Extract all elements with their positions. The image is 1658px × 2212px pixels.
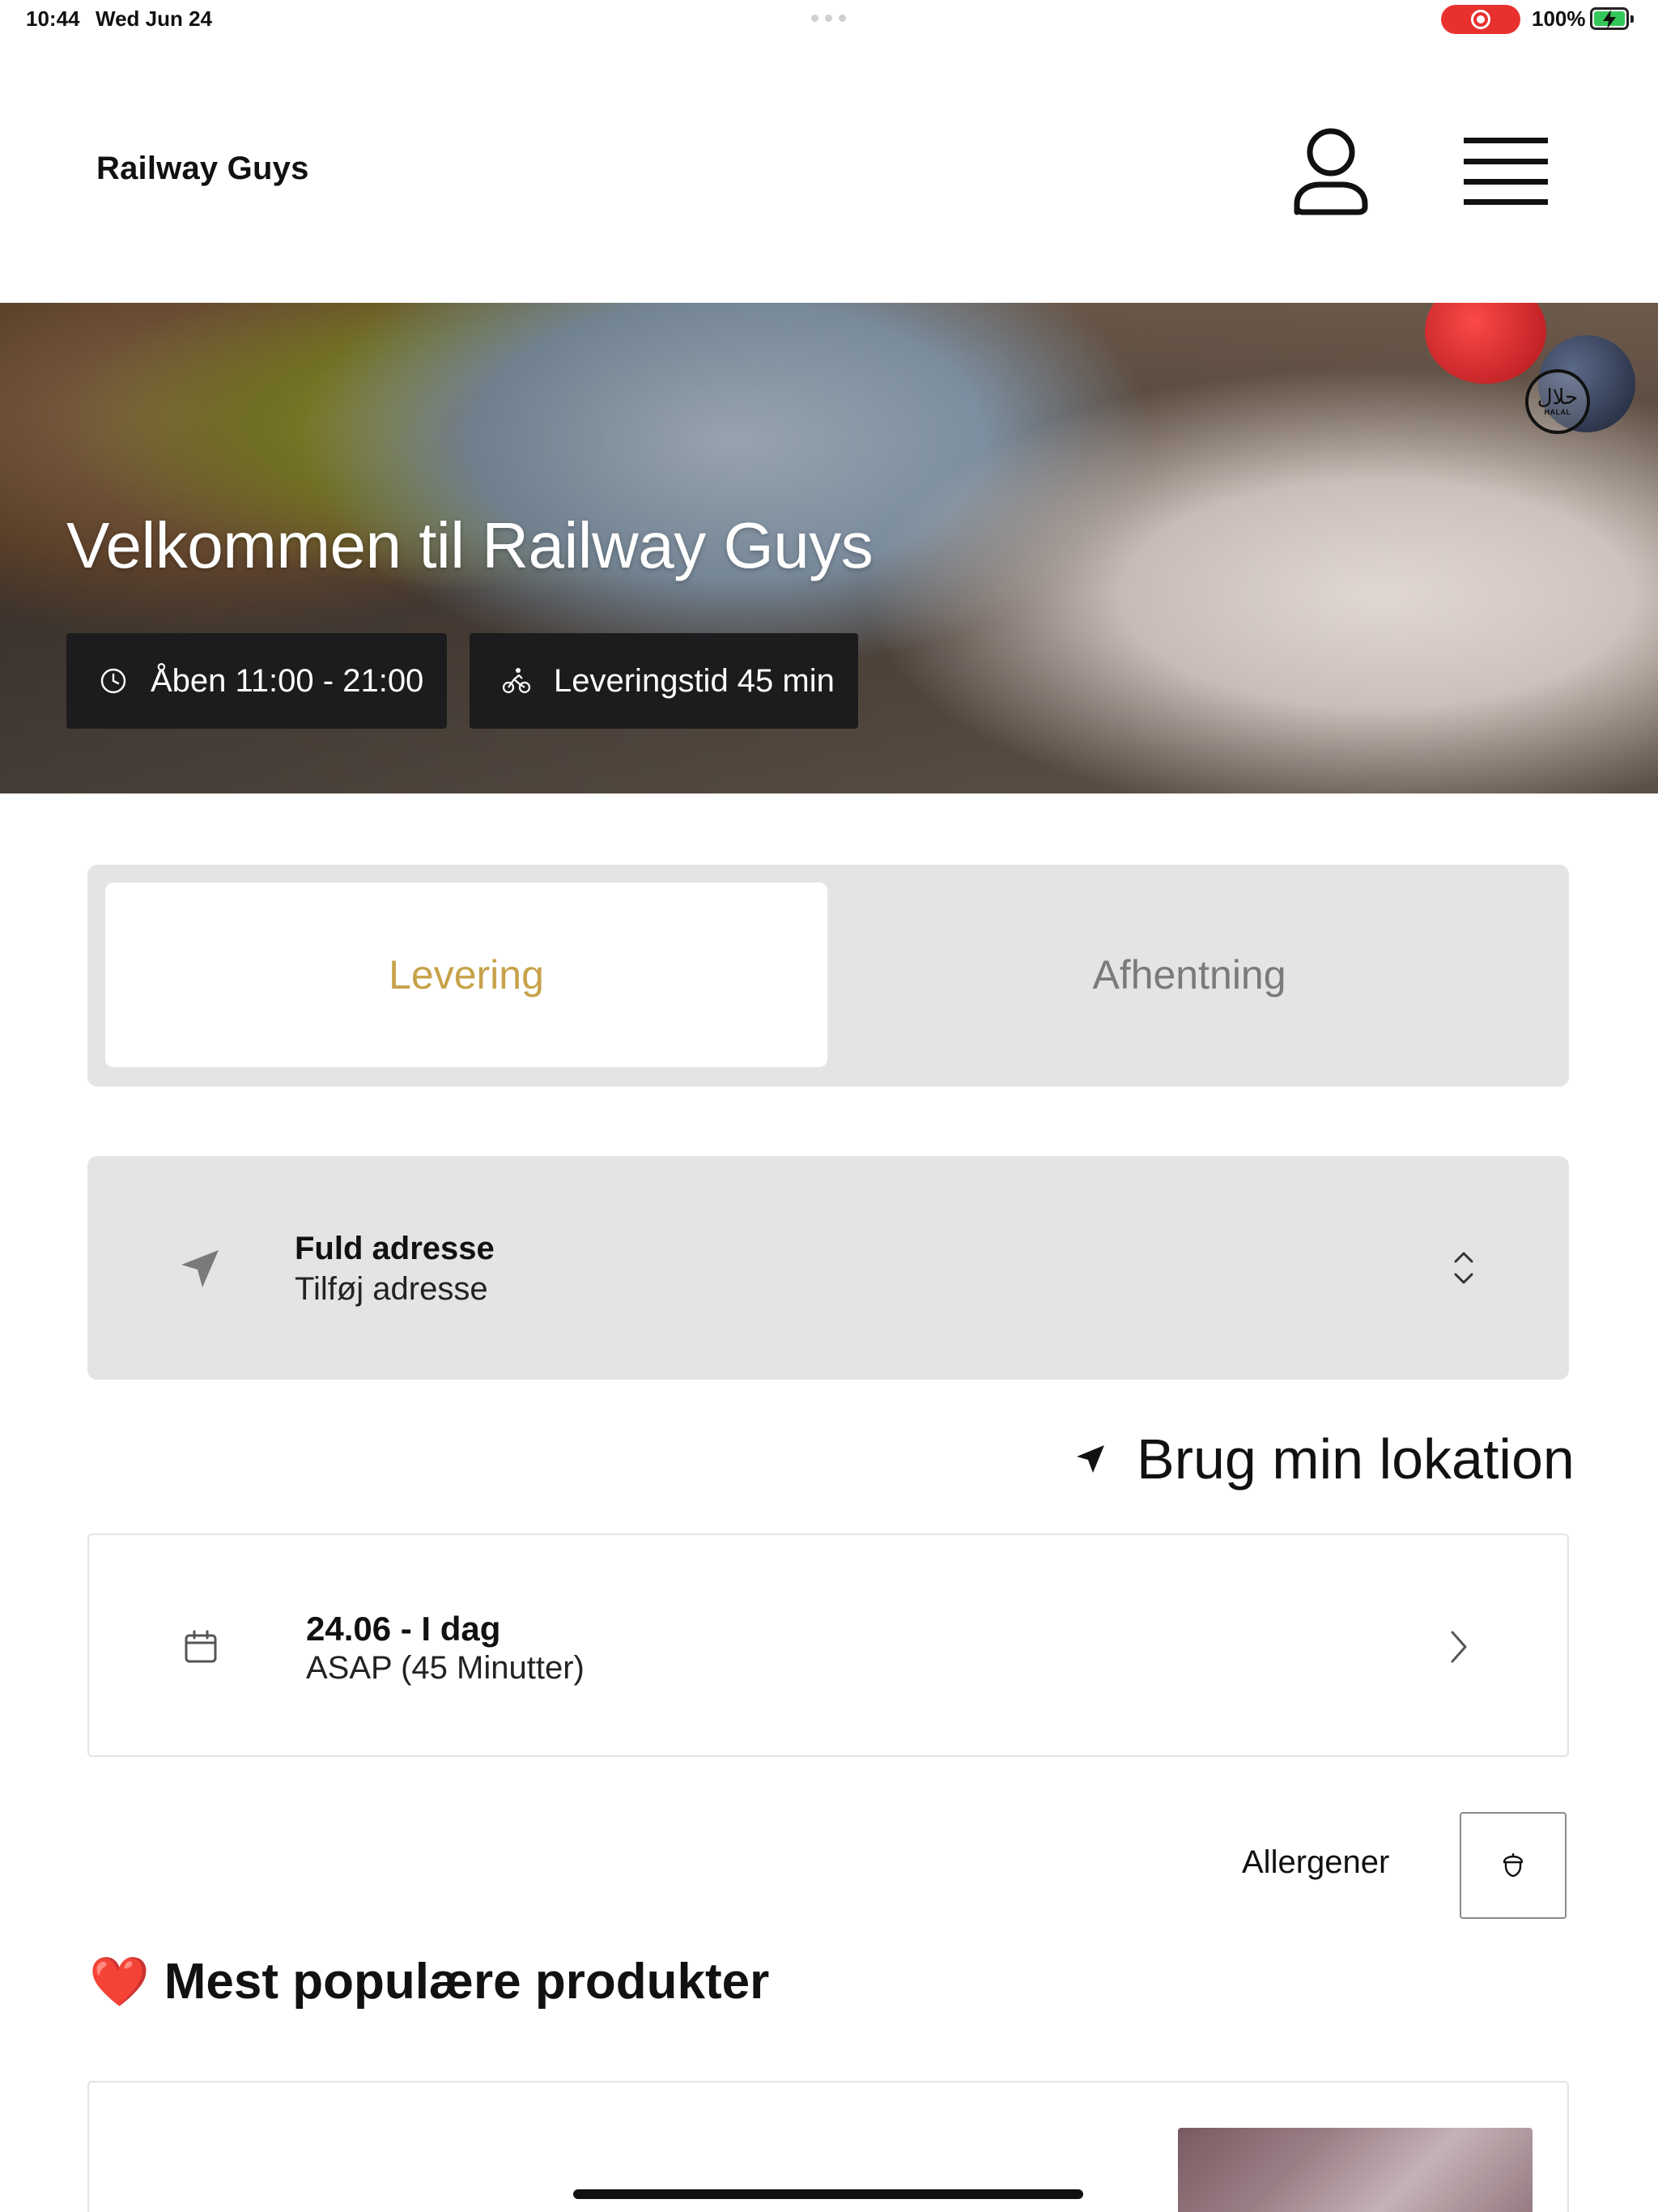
hero-title: Velkommen til Railway Guys (66, 509, 874, 581)
tab-levering[interactable]: Levering (105, 883, 827, 1067)
delivery-date: 24.06 - I dag (306, 1610, 501, 1648)
status-date: Wed Jun 24 (96, 6, 213, 31)
chevron-up-down-icon[interactable] (1448, 1247, 1480, 1289)
bicycle-icon (502, 668, 531, 694)
delivery-time-selector[interactable]: 24.06 - I dag ASAP (45 Minutter) (87, 1534, 1569, 1757)
chevron-right-icon (1451, 1631, 1467, 1663)
opening-hours-chip: Åben 11:00 - 21:00 (66, 633, 447, 729)
screen-recording-icon[interactable] (1441, 5, 1520, 34)
halal-badge-text: HALAL (1544, 408, 1571, 416)
status-time: 10:44 (26, 6, 80, 31)
brand-name[interactable]: Railway Guys (96, 151, 309, 187)
location-arrow-icon (181, 1250, 219, 1287)
calendar-icon (185, 1630, 217, 1663)
user-icon[interactable] (1292, 126, 1370, 217)
status-bar: 10:44 Wed Jun 24 100% (0, 0, 1658, 39)
address-label: Fuld adresse (295, 1231, 495, 1266)
delivery-time-value: ASAP (45 Minutter) (306, 1650, 585, 1686)
hero-banner: حلال HALAL Velkommen til Railway Guys Åb… (0, 303, 1658, 793)
product-image (1178, 2128, 1533, 2212)
halal-badge: حلال HALAL (1525, 369, 1590, 434)
home-indicator[interactable] (573, 2189, 1083, 2199)
order-type-segmented-control: Levering Afhentning (87, 865, 1569, 1087)
clock-icon (100, 668, 126, 694)
location-arrow-icon (1077, 1445, 1104, 1473)
halal-badge-arabic: حلال (1537, 385, 1579, 410)
delivery-time-chip: Leveringstid 45 min (470, 633, 858, 729)
allergens-label: Allergener (1242, 1844, 1390, 1880)
battery-icon (1590, 7, 1634, 30)
popular-products-title: Mest populære produkter (164, 1954, 770, 2010)
tab-afhentning[interactable]: Afhentning (827, 883, 1551, 1067)
use-my-location-label: Brug min lokation (1137, 1427, 1575, 1491)
heart-icon: ❤️ (89, 1953, 150, 2010)
address-selector[interactable]: Fuld adresse Tilføj adresse (87, 1156, 1569, 1380)
allergens-button[interactable] (1460, 1812, 1567, 1919)
battery-percent: 100% (1532, 6, 1586, 31)
multitasking-dots-icon[interactable] (811, 15, 847, 23)
opening-hours-text: Åben 11:00 - 21:00 (151, 662, 424, 699)
delivery-time-text: Leveringstid 45 min (554, 662, 835, 699)
use-my-location-button[interactable]: Brug min lokation (1073, 1427, 1575, 1491)
hamburger-menu-icon[interactable] (1464, 134, 1548, 207)
popular-products-heading: ❤️ Mest populære produkter (89, 1953, 769, 2010)
address-value: Tilføj adresse (295, 1271, 488, 1307)
acorn-icon (1503, 1853, 1524, 1878)
